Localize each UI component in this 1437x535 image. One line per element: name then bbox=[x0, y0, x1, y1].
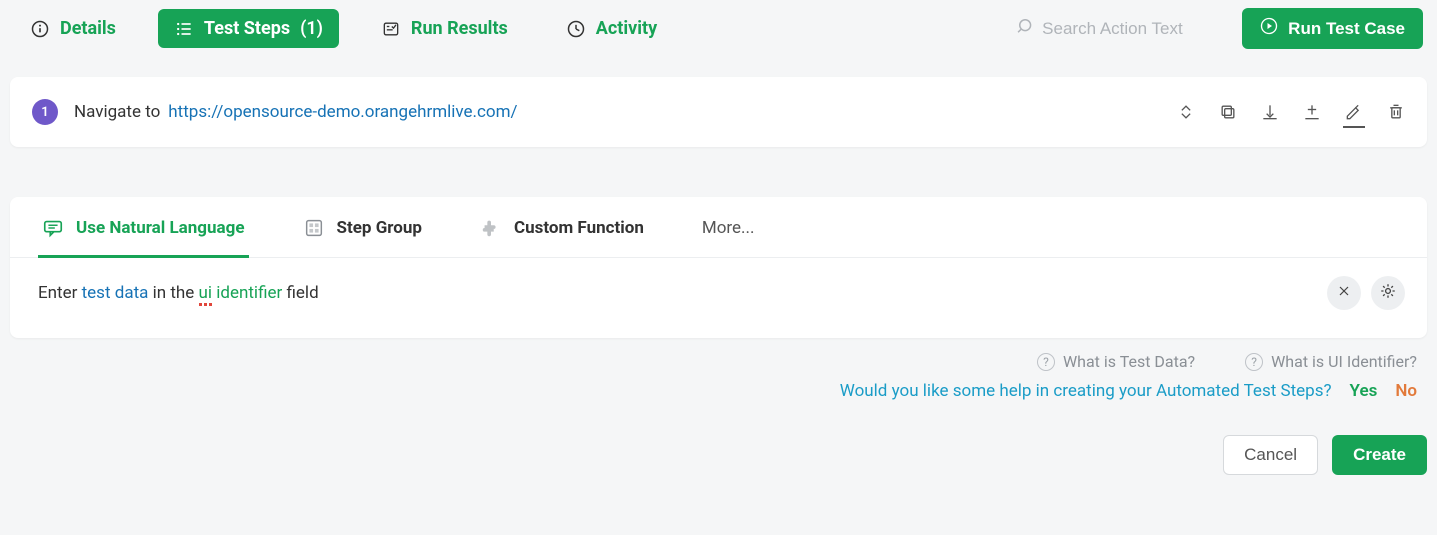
tab-steps-label: Test Steps bbox=[204, 18, 290, 39]
insert-below-icon[interactable] bbox=[1301, 101, 1323, 123]
step-settings-button[interactable] bbox=[1371, 276, 1405, 310]
search-input[interactable] bbox=[1042, 19, 1212, 39]
help-yes-link[interactable]: Yes bbox=[1350, 381, 1378, 401]
tab-steps-count: (1) bbox=[300, 18, 323, 39]
clock-icon bbox=[566, 19, 586, 39]
close-icon bbox=[1336, 283, 1352, 303]
help-no-link[interactable]: No bbox=[1395, 381, 1417, 401]
question-icon: ? bbox=[1245, 353, 1263, 371]
composer-tab-custom-label: Custom Function bbox=[514, 218, 644, 238]
results-icon bbox=[381, 19, 401, 39]
ui-identifier-placeholder-part2[interactable]: identifier bbox=[216, 283, 282, 303]
list-icon bbox=[174, 19, 194, 39]
tab-run-results[interactable]: Run Results bbox=[365, 9, 524, 48]
puzzle-icon bbox=[480, 217, 502, 239]
play-icon bbox=[1260, 17, 1278, 40]
new-step-composer: Use Natural Language Step Group Custom F… bbox=[10, 197, 1427, 338]
help-suggestion-row: Would you like some help in creating you… bbox=[0, 373, 1437, 401]
composer-footer-buttons: Cancel Create bbox=[0, 401, 1437, 475]
nl-text-field: field bbox=[287, 283, 319, 303]
grid-icon bbox=[303, 217, 325, 239]
step-number-badge: 1 bbox=[32, 99, 58, 125]
step-action-toolbar bbox=[1175, 101, 1407, 123]
info-icon bbox=[30, 19, 50, 39]
composer-tab-custom-function[interactable]: Custom Function bbox=[476, 211, 648, 258]
help-test-data-label: What is Test Data? bbox=[1063, 352, 1195, 371]
composer-tab-bar: Use Natural Language Step Group Custom F… bbox=[10, 197, 1427, 258]
composer-tab-step-group[interactable]: Step Group bbox=[299, 211, 426, 258]
composer-tab-more-label: More... bbox=[702, 218, 755, 238]
help-what-is-test-data[interactable]: ? What is Test Data? bbox=[1037, 352, 1195, 371]
help-suggestion-text: Would you like some help in creating you… bbox=[840, 381, 1332, 401]
help-links-row: ? What is Test Data? ? What is UI Identi… bbox=[0, 338, 1437, 373]
tab-activity-label: Activity bbox=[596, 18, 657, 39]
composer-tab-group-label: Step Group bbox=[337, 218, 422, 238]
search-icon bbox=[1016, 16, 1036, 41]
help-what-is-ui-identifier[interactable]: ? What is UI Identifier? bbox=[1245, 352, 1417, 371]
test-step-row[interactable]: 1 Navigate to https://opensource-demo.or… bbox=[10, 77, 1427, 147]
top-tab-bar: Details Test Steps (1) Run Results Activ… bbox=[0, 0, 1437, 59]
step-description: Navigate to https://opensource-demo.oran… bbox=[74, 102, 1159, 122]
test-data-placeholder[interactable]: test data bbox=[82, 283, 149, 303]
nl-step-input[interactable]: Enter test data in the ui identifier fie… bbox=[38, 283, 319, 303]
tab-test-steps[interactable]: Test Steps (1) bbox=[158, 9, 339, 48]
help-ui-identifier-label: What is UI Identifier? bbox=[1271, 352, 1417, 371]
nl-text-in-the: in the bbox=[153, 283, 195, 303]
nl-text-enter: Enter bbox=[38, 283, 77, 303]
tab-results-label: Run Results bbox=[411, 18, 508, 39]
create-button[interactable]: Create bbox=[1332, 435, 1427, 475]
composer-tab-more[interactable]: More... bbox=[698, 212, 759, 257]
step-url[interactable]: https://opensource-demo.orangehrmlive.co… bbox=[168, 102, 517, 122]
ui-identifier-placeholder-part1[interactable]: ui bbox=[199, 283, 213, 303]
run-test-case-button[interactable]: Run Test Case bbox=[1242, 8, 1423, 49]
tab-activity[interactable]: Activity bbox=[550, 9, 673, 48]
step-verb: Navigate to bbox=[74, 102, 160, 122]
gear-icon bbox=[1379, 282, 1397, 304]
reorder-icon[interactable] bbox=[1175, 101, 1197, 123]
edit-icon[interactable] bbox=[1343, 101, 1365, 123]
tab-details[interactable]: Details bbox=[14, 9, 132, 48]
question-icon: ? bbox=[1037, 353, 1055, 371]
search-action-text[interactable] bbox=[1016, 16, 1216, 41]
run-button-label: Run Test Case bbox=[1288, 19, 1405, 39]
tab-details-label: Details bbox=[60, 18, 116, 39]
trash-icon[interactable] bbox=[1385, 101, 1407, 123]
composer-tab-nl-label: Use Natural Language bbox=[76, 218, 245, 238]
copy-icon[interactable] bbox=[1217, 101, 1239, 123]
insert-above-icon[interactable] bbox=[1259, 101, 1281, 123]
cancel-button[interactable]: Cancel bbox=[1223, 435, 1318, 475]
composer-tab-natural-language[interactable]: Use Natural Language bbox=[38, 211, 249, 258]
chat-icon bbox=[42, 217, 64, 239]
clear-step-button[interactable] bbox=[1327, 276, 1361, 310]
